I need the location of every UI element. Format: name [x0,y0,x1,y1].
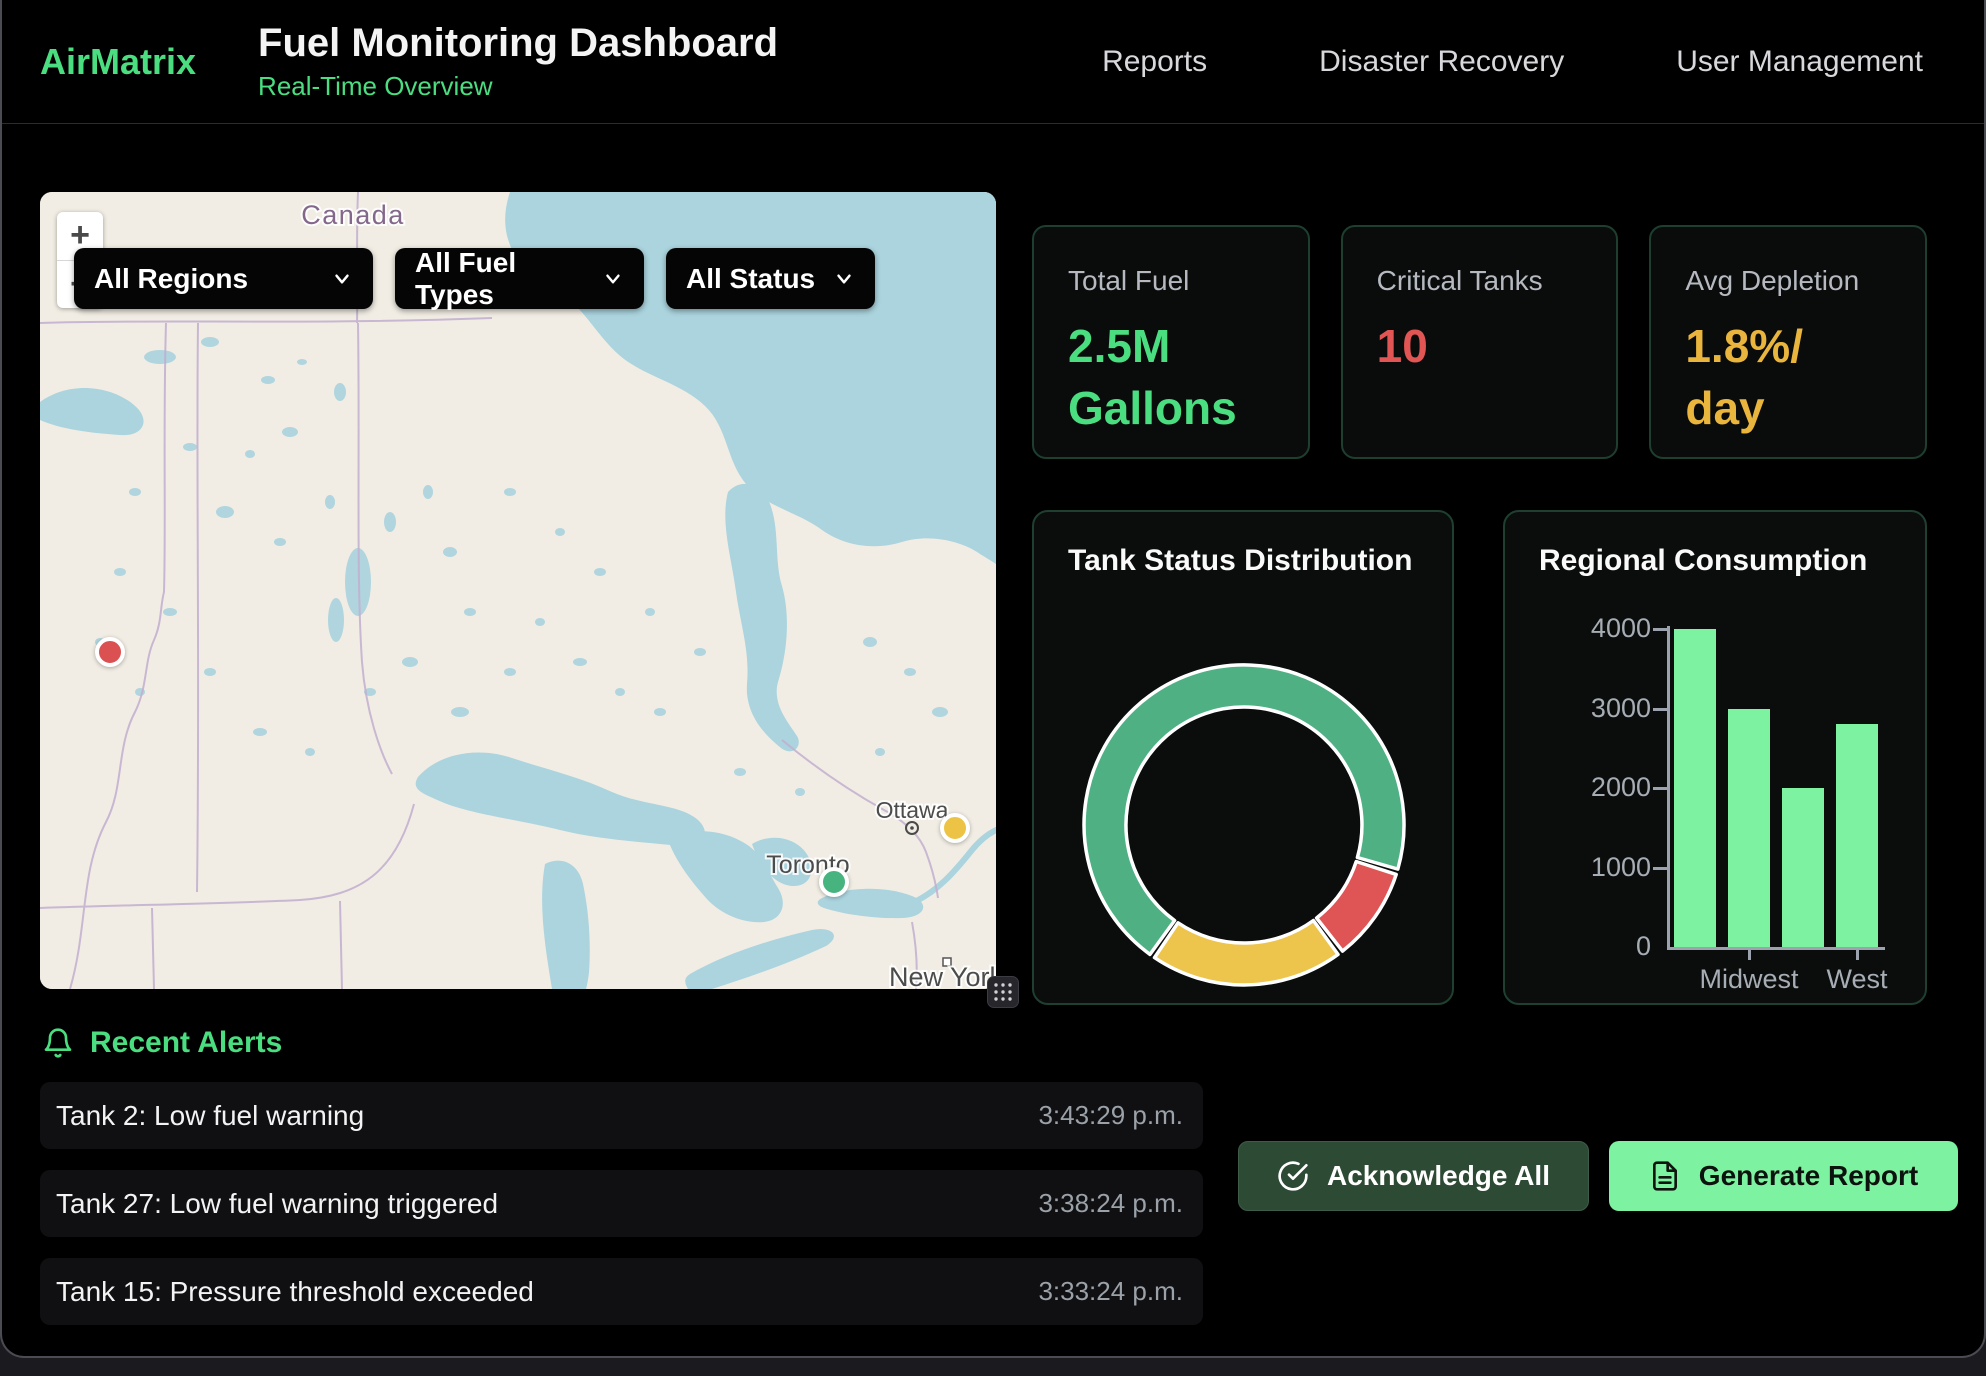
page-subtitle: Real-Time Overview [258,71,778,102]
y-tick-label: 1000 [1505,852,1651,883]
acknowledge-all-button[interactable]: Acknowledge All [1238,1141,1589,1211]
alert-text: Tank 15: Pressure threshold exceeded [56,1276,534,1308]
donut-segment-warning [1155,921,1339,985]
acknowledge-all-label: Acknowledge All [1327,1160,1550,1192]
chevron-down-icon [331,268,353,290]
chevron-down-icon [602,268,624,290]
x-tick-mark [1748,950,1751,960]
stat-card-avg-depletion: Avg Depletion 1.8%/ day [1649,225,1927,459]
y-tick-label: 3000 [1505,693,1651,724]
y-tick-mark [1653,787,1667,790]
y-tick-mark [1653,867,1667,870]
map-filters: All Regions All Fuel Types All Status [74,248,875,309]
status-filter-value: All Status [686,263,815,295]
title-block: Fuel Monitoring Dashboard Real-Time Over… [258,21,778,102]
stat-label: Avg Depletion [1685,265,1891,297]
nav-item-user-management[interactable]: User Management [1676,45,1923,79]
y-tick-label: 0 [1505,931,1651,962]
alert-row[interactable]: Tank 2: Low fuel warning 3:43:29 p.m. [40,1082,1203,1149]
bar-west [1836,724,1878,947]
generate-report-button[interactable]: Generate Report [1609,1141,1958,1211]
tank-marker-warning[interactable] [940,813,970,843]
file-text-icon [1649,1160,1681,1192]
generate-report-label: Generate Report [1699,1160,1918,1192]
bar-midwest [1728,709,1770,948]
app-logo: AirMatrix [40,41,196,83]
tank-marker-critical[interactable] [95,637,125,667]
chevron-down-icon [833,268,855,290]
bar-south [1782,788,1824,947]
alert-text: Tank 27: Low fuel warning triggered [56,1188,498,1220]
donut-segment-critical [1317,862,1397,952]
donut-chart-title: Tank Status Distribution [1068,544,1412,578]
tank-status-card: Tank Status Distribution [1032,510,1454,1005]
stat-value: 10 [1377,315,1583,377]
main-nav: Reports Disaster Recovery User Managemen… [1102,45,1923,79]
alert-text: Tank 2: Low fuel warning [56,1100,364,1132]
y-tick-label: 4000 [1505,613,1651,644]
alert-time: 3:38:24 p.m. [1038,1188,1183,1219]
map-resize-handle[interactable] [987,976,1019,1008]
grip-icon [992,981,1014,1003]
y-axis [1667,626,1670,950]
recent-alerts-header: Recent Alerts [42,1026,282,1060]
map-canvas[interactable]: CanadaOttawaTorontoNew York + − All Regi… [40,192,996,989]
dashboard-window: AirMatrix Fuel Monitoring Dashboard Real… [0,0,1986,1358]
page-title: Fuel Monitoring Dashboard [258,21,778,65]
fuel-type-filter-value: All Fuel Types [415,247,602,311]
nav-item-disaster-recovery[interactable]: Disaster Recovery [1319,45,1564,79]
alert-time: 3:33:24 p.m. [1038,1276,1183,1307]
region-filter-value: All Regions [94,263,248,295]
regional-consumption-card: Regional Consumption 01000200030004000Mi… [1503,510,1927,1005]
x-axis [1667,947,1885,950]
stat-card-critical-tanks: Critical Tanks 10 [1341,225,1619,459]
y-tick-mark [1653,628,1667,631]
alerts-list: Tank 2: Low fuel warning 3:43:29 p.m. Ta… [40,1082,1203,1325]
stats-row: Total Fuel 2.5M Gallons Critical Tanks 1… [1032,225,1927,459]
check-circle-icon [1277,1160,1309,1192]
y-tick-label: 2000 [1505,772,1651,803]
stat-value: 2.5M Gallons [1068,315,1274,439]
bar-northeast [1674,629,1716,947]
nav-item-reports[interactable]: Reports [1102,45,1207,79]
alert-row[interactable]: Tank 15: Pressure threshold exceeded 3:3… [40,1258,1203,1325]
recent-alerts-title: Recent Alerts [90,1026,282,1060]
fuel-type-filter-dropdown[interactable]: All Fuel Types [395,248,644,309]
status-filter-dropdown[interactable]: All Status [666,248,875,309]
stat-label: Total Fuel [1068,265,1274,297]
bell-icon [42,1027,74,1059]
x-tick-label-west: West [1787,964,1927,995]
x-tick-mark [1856,950,1859,960]
regional-consumption-bar-chart: 01000200030004000MidwestWest [1505,512,1929,1007]
y-tick-mark [1653,708,1667,711]
stat-label: Critical Tanks [1377,265,1583,297]
tank-status-donut-chart [1064,645,1424,1005]
alert-time: 3:43:29 p.m. [1038,1100,1183,1131]
stat-value: 1.8%/ day [1685,315,1891,439]
map-marker-layer [40,192,996,989]
stat-card-total-fuel: Total Fuel 2.5M Gallons [1032,225,1310,459]
header: AirMatrix Fuel Monitoring Dashboard Real… [2,0,1984,124]
region-filter-dropdown[interactable]: All Regions [74,248,373,309]
tank-marker-normal[interactable] [819,867,849,897]
alert-row[interactable]: Tank 27: Low fuel warning triggered 3:38… [40,1170,1203,1237]
